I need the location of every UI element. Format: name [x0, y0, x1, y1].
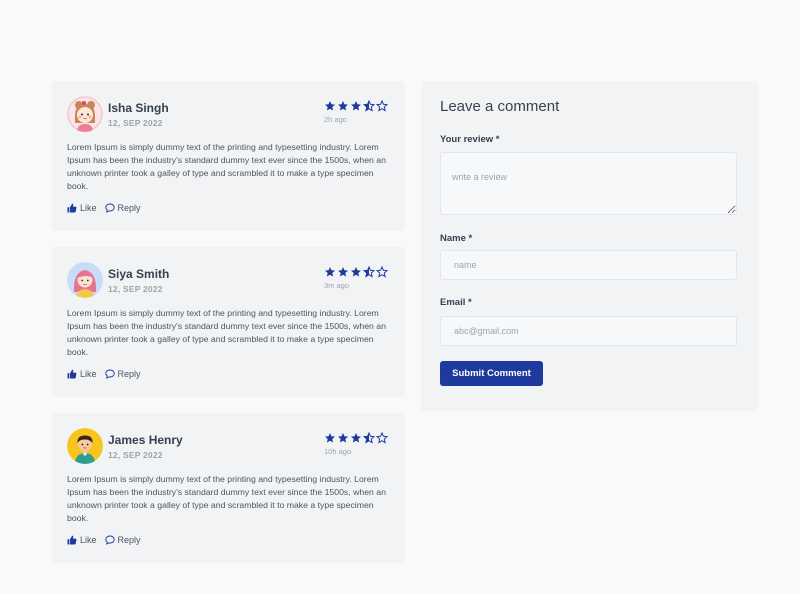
like-button[interactable]: Like [67, 203, 97, 213]
thumbs-up-icon [67, 369, 77, 379]
star-half-icon [363, 432, 375, 444]
star-rating [324, 432, 388, 444]
like-label: Like [80, 369, 97, 379]
star-empty-icon [376, 100, 388, 112]
review-field-label: Your review * [440, 134, 500, 145]
star-full-icon [350, 432, 362, 444]
time-ago: 2h ago [324, 115, 347, 124]
chat-bubble-icon [104, 535, 115, 545]
email-field-label: Email * [440, 297, 472, 308]
star-full-icon [337, 100, 349, 112]
review-textarea[interactable] [440, 152, 737, 215]
reply-button[interactable]: Reply [104, 203, 141, 213]
star-half-icon [363, 100, 375, 112]
name-field-label: Name * [440, 233, 473, 244]
author-name: Siya Smith [108, 267, 170, 281]
review-date: 12, SEP 2022 [108, 450, 163, 460]
star-full-icon [324, 100, 336, 112]
review-text: Lorem Ipsum is simply dummy text of the … [67, 474, 386, 523]
star-full-icon [350, 266, 362, 278]
time-ago: 3m ago [324, 281, 350, 290]
star-full-icon [350, 100, 362, 112]
reply-label: Reply [117, 369, 141, 379]
star-half-icon [363, 266, 375, 278]
name-input[interactable] [440, 250, 737, 280]
like-button[interactable]: Like [67, 369, 97, 379]
author-name: James Henry [108, 433, 183, 447]
submit-comment-button[interactable]: Submit Comment [440, 361, 543, 386]
review-text: Lorem Ipsum is simply dummy text of the … [67, 142, 386, 191]
reply-button[interactable]: Reply [104, 369, 141, 379]
star-empty-icon [376, 432, 388, 444]
thumbs-up-icon [67, 535, 77, 545]
reply-label: Reply [117, 203, 141, 213]
review-card: James Henry 12, SEP 2022 10h ago Lorem I… [52, 413, 405, 563]
star-rating [324, 266, 388, 278]
author-name: Isha Singh [108, 101, 169, 115]
time-ago: 10h ago [324, 447, 352, 456]
review-actions: Like Reply [67, 369, 141, 379]
like-button[interactable]: Like [67, 535, 97, 545]
reply-button[interactable]: Reply [104, 535, 141, 545]
chat-bubble-icon [104, 369, 115, 379]
woman-avatar-icon [67, 262, 103, 298]
comment-form: Leave a comment Your review * Name * Ema… [421, 81, 758, 411]
review-text: Lorem Ipsum is simply dummy text of the … [67, 308, 386, 357]
email-input[interactable] [440, 316, 737, 346]
reply-label: Reply [117, 535, 141, 545]
like-label: Like [80, 203, 97, 213]
girl-avatar-icon [67, 96, 103, 132]
like-label: Like [80, 535, 97, 545]
star-full-icon [324, 266, 336, 278]
review-date: 12, SEP 2022 [108, 118, 163, 128]
star-rating [324, 100, 388, 112]
review-date: 12, SEP 2022 [108, 284, 163, 294]
review-actions: Like Reply [67, 535, 141, 545]
chat-bubble-icon [104, 203, 115, 213]
thumbs-up-icon [67, 203, 77, 213]
review-actions: Like Reply [67, 203, 141, 213]
star-full-icon [337, 266, 349, 278]
star-full-icon [324, 432, 336, 444]
star-full-icon [337, 432, 349, 444]
review-card: Siya Smith 12, SEP 2022 3m ago Lorem Ips… [52, 247, 405, 397]
star-empty-icon [376, 266, 388, 278]
review-card: Isha Singh 12, SEP 2022 2h ago Lorem Ips… [52, 81, 405, 231]
man-avatar-icon [67, 428, 103, 464]
form-title: Leave a comment [440, 98, 560, 115]
